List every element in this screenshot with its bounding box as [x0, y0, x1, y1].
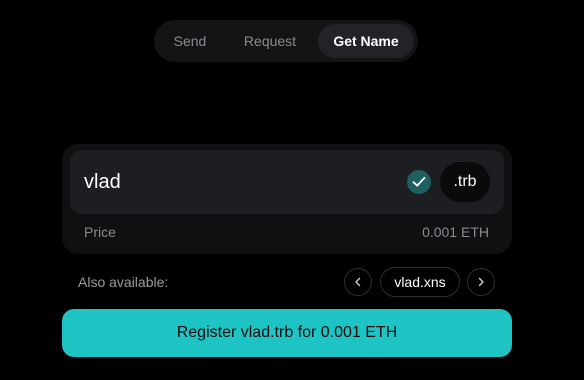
alternative-name-chip[interactable]: vlad.xns — [380, 267, 460, 297]
next-alternative-button[interactable] — [467, 268, 495, 296]
app-root: Send Request Get Name .trb Price 0.001 E… — [0, 0, 584, 380]
name-input[interactable] — [84, 164, 384, 200]
chevron-right-icon — [478, 277, 484, 287]
tab-bar: Send Request Get Name — [154, 20, 418, 62]
tld-selector-button[interactable]: .trb — [440, 162, 490, 202]
prev-alternative-button[interactable] — [344, 268, 372, 296]
chevron-left-icon — [355, 277, 361, 287]
name-input-row: .trb — [70, 150, 504, 214]
tab-send[interactable]: Send — [160, 24, 220, 58]
name-card: .trb Price 0.001 ETH — [62, 144, 512, 254]
price-value: 0.001 ETH — [422, 224, 489, 240]
tab-request[interactable]: Request — [230, 24, 310, 58]
check-icon — [407, 170, 431, 194]
price-label: Price — [84, 224, 116, 240]
register-button[interactable]: Register vlad.trb for 0.001 ETH — [62, 309, 512, 357]
also-available-label: Also available: — [78, 274, 169, 290]
tab-get-name[interactable]: Get Name — [318, 24, 414, 58]
